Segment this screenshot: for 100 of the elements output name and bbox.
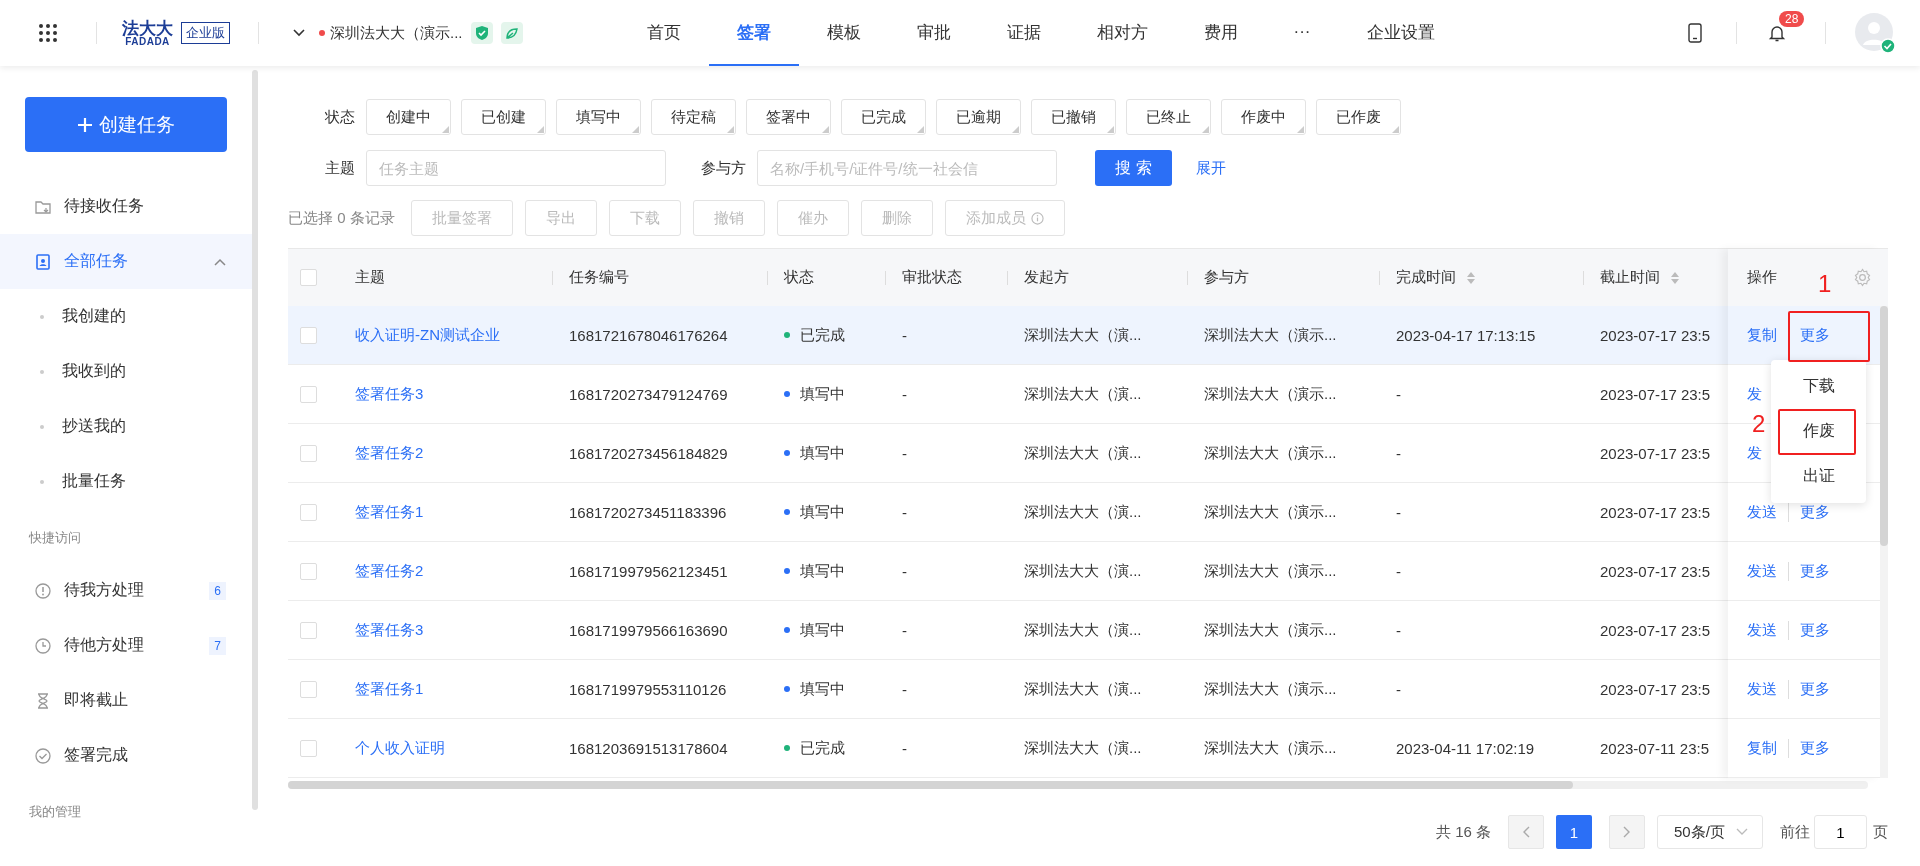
sidebar-item[interactable]: 签署完成 [0, 728, 252, 783]
table-row[interactable]: 签署任务2 1681720273456184829 填写中 - 深圳法大大（演... 深圳法大大（演示... - 2023-07-17 23:5 [288, 424, 1728, 483]
status-filter-tag[interactable]: 填写中 [556, 99, 641, 135]
sort-icon[interactable] [1670, 270, 1680, 285]
status-filter-tag[interactable]: 已完成 [841, 99, 926, 135]
task-link[interactable]: 签署任务1 [355, 502, 424, 522]
row-action-link[interactable]: 更多 [1788, 679, 1830, 699]
page-size-select[interactable]: 50条/页 [1657, 815, 1763, 849]
row-action-link[interactable]: 更多 [1788, 620, 1830, 640]
sidebar-item[interactable]: 全部任务 [0, 234, 252, 289]
company-name[interactable]: 深圳法大大（演示... [330, 23, 463, 43]
task-link[interactable]: 签署任务1 [355, 679, 424, 699]
table-cell: - [902, 562, 907, 580]
row-action-link[interactable]: 发 [1747, 384, 1762, 404]
task-link[interactable]: 签署任务3 [355, 620, 424, 640]
scrollbar[interactable] [252, 70, 258, 810]
nav-tab[interactable]: 审批 [888, 0, 979, 66]
apps-grid-icon[interactable] [38, 23, 58, 43]
sidebar-item[interactable]: 待我方处理 6 [0, 563, 252, 618]
table-row[interactable]: 个人收入证明 1681203691513178604 已完成 - 深圳法大大（演... 深圳法大大（演示... 2023-04-11 17:02:19 2023-07-11 23:5 [288, 719, 1728, 778]
nav-tab[interactable]: ··· [1265, 0, 1339, 66]
table-row[interactable]: 签署任务2 1681719979562123451 填写中 - 深圳法大大（演... 深圳法大大（演示... - 2023-07-17 23:5 [288, 542, 1728, 601]
row-checkbox[interactable] [300, 562, 317, 580]
row-action-link[interactable]: 更多 [1788, 738, 1830, 758]
sidebar-item[interactable]: 即将截止 [0, 673, 252, 728]
row-checkbox[interactable] [300, 621, 317, 639]
scrollbar[interactable] [1880, 306, 1888, 778]
task-link[interactable]: 收入证明-ZN测试企业 [355, 325, 500, 345]
sidebar-subitem[interactable]: 我收到的 [0, 344, 252, 399]
menu-item[interactable]: 下载 [1771, 364, 1866, 409]
status-text: 填写中 [800, 561, 845, 581]
table-row[interactable]: 收入证明-ZN测试企业 1681721678046176264 已完成 - 深圳法大大（演... 深圳法大大（演示... 2023-04-17 17:13:15 2023-07-17 23:5 [288, 306, 1728, 365]
row-action-link[interactable]: 发送 [1747, 679, 1777, 699]
status-filter-tag[interactable]: 已逾期 [936, 99, 1021, 135]
table-row[interactable]: 签署任务3 1681720273479124769 填写中 - 深圳法大大（演... 深圳法大大（演示... - 2023-07-17 23:5 [288, 365, 1728, 424]
status-filter-tag[interactable]: 作废中 [1221, 99, 1306, 135]
table-row[interactable]: 签署任务1 1681719979553110126 填写中 - 深圳法大大（演... 深圳法大大（演示... - 2023-07-17 23:5 [288, 660, 1728, 719]
nav-tab[interactable]: 首页 [618, 0, 709, 66]
filter-label: 主题 [325, 158, 355, 178]
status-filter-tag[interactable]: 待定稿 [651, 99, 736, 135]
status-filter-tag[interactable]: 已作废 [1316, 99, 1401, 135]
sort-icon[interactable] [1466, 270, 1476, 285]
table-cell: - [902, 739, 907, 757]
task-link[interactable]: 签署任务2 [355, 561, 424, 581]
status-filter-tag[interactable]: 已终止 [1126, 99, 1211, 135]
sidebar-subitem[interactable]: 批量任务 [0, 454, 252, 509]
nav-tab[interactable]: 模板 [798, 0, 889, 66]
sidebar-item[interactable]: 待他方处理 7 [0, 618, 252, 673]
nav-tab[interactable]: 签署 [708, 0, 799, 66]
settings-icon[interactable] [1853, 268, 1872, 287]
status-filter-tag[interactable]: 已创建 [461, 99, 546, 135]
phone-icon[interactable] [1688, 23, 1702, 43]
status-filter-tag[interactable]: 签署中 [746, 99, 831, 135]
table-cell: - [902, 503, 907, 521]
sidebar-item[interactable]: 待接收任务 [0, 179, 252, 234]
subject-field[interactable]: 任务主题 [366, 150, 666, 186]
sidebar-subitem[interactable]: 我创建的 [0, 289, 252, 344]
sidebar-subitem[interactable]: 抄送我的 [0, 399, 252, 454]
table-cell: - [1396, 385, 1401, 403]
column-header: 参与方 [1204, 268, 1249, 287]
nav-tab[interactable]: 相对方 [1068, 0, 1176, 66]
task-link[interactable]: 签署任务2 [355, 443, 424, 463]
task-link[interactable]: 签署任务3 [355, 384, 424, 404]
row-action-link[interactable]: 发送 [1747, 620, 1777, 640]
table-row[interactable]: 签署任务3 1681719979566163690 填写中 - 深圳法大大（演... 深圳法大大（演示... - 2023-07-17 23:5 [288, 601, 1728, 660]
row-action-link[interactable]: 发 [1747, 443, 1762, 463]
menu-item[interactable]: 作废 [1771, 409, 1866, 454]
row-action-link[interactable]: 发送 [1747, 561, 1777, 581]
row-checkbox[interactable] [300, 385, 317, 403]
select-all-checkbox[interactable] [300, 269, 317, 286]
nav-tab[interactable]: 证据 [978, 0, 1069, 66]
status-filter-tag[interactable]: 已撤销 [1031, 99, 1116, 135]
row-checkbox[interactable] [300, 503, 317, 521]
table-row[interactable]: 签署任务1 1681720273451183396 填写中 - 深圳法大大（演... 深圳法大大（演示... - 2023-07-17 23:5 [288, 483, 1728, 542]
status-filter-tag[interactable]: 创建中 [366, 99, 451, 135]
row-action-link[interactable]: 更多 [1788, 561, 1830, 581]
create-task-button[interactable]: 创建任务 [25, 97, 227, 152]
previous-page-button[interactable] [1508, 815, 1544, 849]
row-action-link[interactable]: 发送 [1747, 502, 1777, 522]
menu-item[interactable]: 出证 [1771, 454, 1866, 499]
bell-icon[interactable] [1767, 23, 1787, 43]
goto-page-field[interactable]: 1 [1814, 815, 1867, 849]
row-checkbox[interactable] [300, 326, 317, 344]
avatar[interactable] [1854, 12, 1896, 54]
row-action-link[interactable]: 更多 [1788, 325, 1830, 345]
page-button[interactable]: 1 [1556, 815, 1592, 849]
caret-icon[interactable] [293, 29, 305, 37]
notification-badge: 28 [1779, 11, 1805, 27]
scrollbar[interactable] [288, 781, 1868, 789]
expand-link[interactable]: 展开 [1196, 158, 1226, 178]
task-link[interactable]: 个人收入证明 [355, 738, 445, 758]
row-checkbox[interactable] [300, 739, 317, 757]
nav-tab[interactable]: 企业设置 [1338, 0, 1463, 66]
row-action-link[interactable]: 复制 [1747, 325, 1777, 345]
row-checkbox[interactable] [300, 680, 317, 698]
row-action-link[interactable]: 复制 [1747, 738, 1777, 758]
next-page-button[interactable] [1609, 815, 1645, 849]
nav-tab[interactable]: 费用 [1175, 0, 1266, 66]
search-button[interactable]: 搜 索 [1095, 150, 1172, 186]
row-checkbox[interactable] [300, 444, 317, 462]
